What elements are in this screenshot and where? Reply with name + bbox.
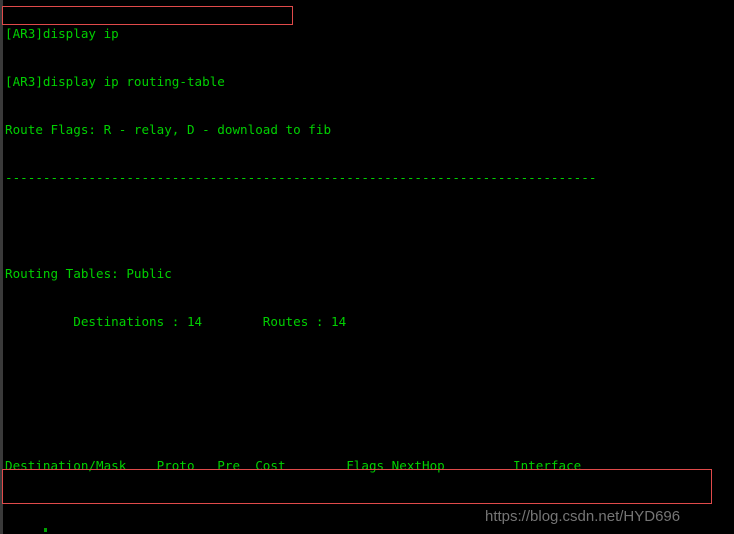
terminal-line-command: [AR3]display ip routing-table (5, 74, 225, 89)
terminal-line-route-flags: Route Flags: R - relay, D - download to … (5, 122, 332, 137)
terminal-line-summary: Destinations : 14 Routes : 14 (5, 314, 347, 329)
table-header-row: Destination/Mask Proto Pre Cost Flags Ne… (5, 458, 582, 473)
terminal-line-blank-2 (5, 362, 734, 378)
watermark-text: https://blog.csdn.net/HYD696 (485, 508, 681, 525)
terminal-line-blank-1 (5, 218, 734, 234)
terminal-left-gutter (0, 0, 3, 534)
terminal-line-routing-tables: Routing Tables: Public (5, 266, 172, 281)
terminal-output[interactable]: [AR3]display ip [AR3]display ip routing-… (0, 0, 734, 534)
terminal-window: [AR3]display ip [AR3]display ip routing-… (0, 0, 734, 534)
terminal-line-separator: ----------------------------------------… (5, 170, 597, 185)
terminal-line-prompt-clipped: [AR3]display ip (5, 26, 119, 41)
terminal-line-blank-3 (5, 410, 734, 426)
terminal-cursor-artifact (44, 528, 47, 532)
